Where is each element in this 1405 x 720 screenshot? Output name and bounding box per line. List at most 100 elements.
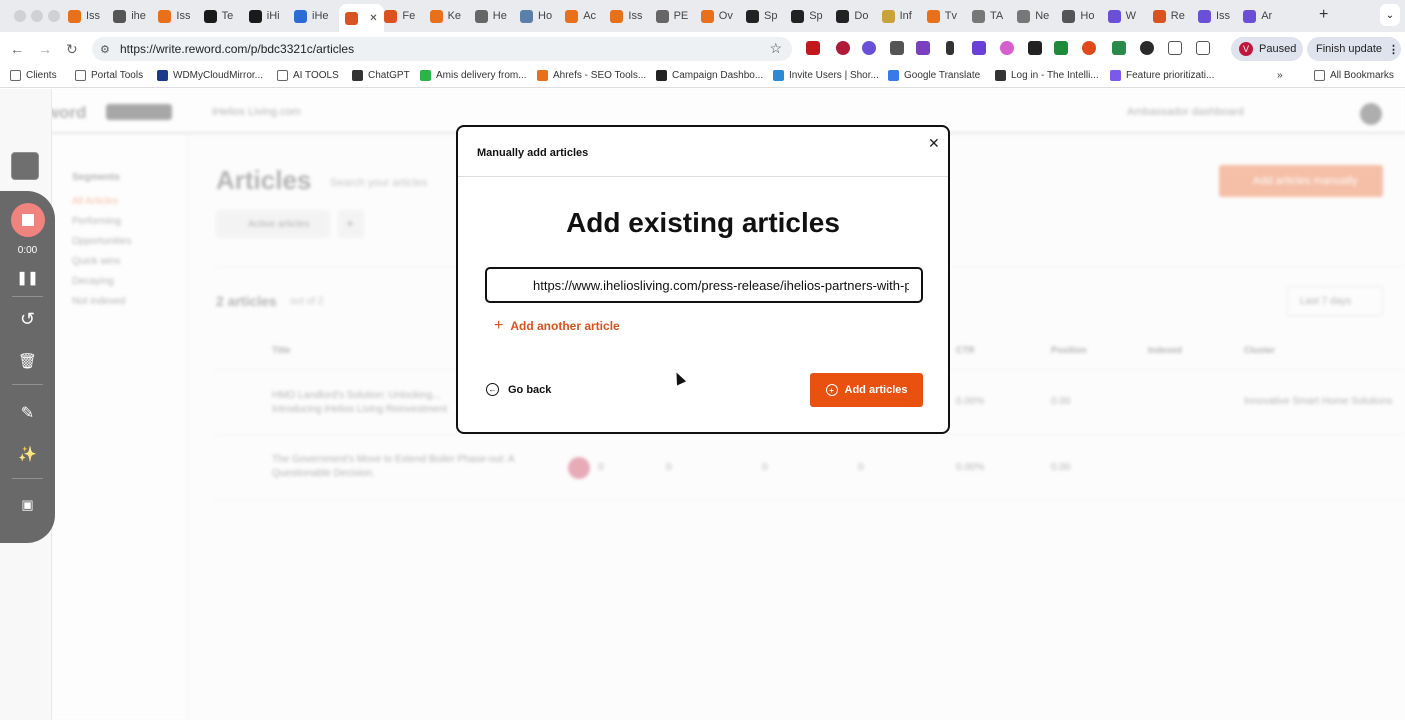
add-articles-label: Add articles: [844, 384, 908, 396]
tab-label: Iss: [86, 10, 101, 22]
window-minimize-dot[interactable]: [31, 10, 43, 22]
tab-favicon-icon: [248, 9, 262, 23]
window-close-dot[interactable]: [14, 10, 26, 22]
bookmark-item[interactable]: Amis delivery from...: [420, 70, 527, 81]
tab-label: Ho: [1080, 10, 1095, 22]
profile-button[interactable]: V Paused: [1231, 37, 1303, 61]
close-icon[interactable]: ✕: [928, 135, 940, 152]
add-articles-modal: Manually add articles ✕ Add existing art…: [456, 125, 950, 434]
bookmark-item[interactable]: ChatGPT: [352, 70, 410, 81]
browser-tab[interactable]: Ho: [1062, 4, 1094, 28]
reload-icon[interactable]: ↻: [66, 41, 78, 58]
browser-tab[interactable]: Iss: [1198, 4, 1230, 28]
all-bookmarks-button[interactable]: All Bookmarks: [1314, 70, 1394, 81]
extension-icon[interactable]: [836, 41, 850, 55]
extension-icon[interactable]: [1112, 41, 1126, 55]
browser-tab[interactable]: Sp: [746, 4, 777, 28]
tab-label: Sp: [809, 10, 823, 22]
feature-icon: [1110, 70, 1121, 81]
puzzle-icon[interactable]: [1196, 41, 1210, 55]
extension-icon[interactable]: [806, 41, 820, 55]
more-bookmarks-icon[interactable]: »: [1277, 70, 1283, 81]
extension-icon[interactable]: [1054, 41, 1068, 55]
bookmark-star-icon[interactable]: ☆: [769, 40, 782, 57]
browser-tab[interactable]: PE: [655, 4, 688, 28]
window-zoom-dot[interactable]: [48, 10, 60, 22]
bookmark-item[interactable]: Google Translate: [888, 70, 980, 81]
extension-icon[interactable]: [972, 41, 986, 55]
browser-tab[interactable]: Iss: [610, 4, 642, 28]
site-settings-icon[interactable]: ⚙: [100, 43, 110, 56]
new-tab-button[interactable]: +: [1319, 6, 1328, 24]
bookmark-label: Ahrefs - SEO Tools...: [553, 70, 647, 81]
tab-search-icon[interactable]: ⌄: [1380, 4, 1400, 26]
browser-tab[interactable]: Tv: [926, 4, 958, 28]
browser-tab[interactable]: Iss: [158, 4, 190, 28]
browser-tab[interactable]: Ov: [700, 4, 733, 28]
address-bar[interactable]: ⚙ https://write.reword.com/p/bdc3321c/ar…: [92, 37, 792, 61]
browser-tab[interactable]: iHe: [294, 4, 329, 28]
browser-tab[interactable]: He: [474, 4, 507, 28]
extension-icon[interactable]: [862, 41, 876, 55]
close-tab-icon[interactable]: ✕: [369, 13, 377, 24]
browser-tab[interactable]: Inf: [881, 4, 912, 28]
browser-tab[interactable]: Ne: [1017, 4, 1049, 28]
code-icon[interactable]: [1168, 41, 1182, 55]
go-back-button[interactable]: ← Go back: [486, 383, 551, 396]
bookmark-item[interactable]: Campaign Dashbo...: [656, 70, 763, 81]
tab-favicon-icon: [68, 9, 81, 23]
finish-update-button[interactable]: Finish update ⋮: [1307, 37, 1401, 61]
tab-favicon-icon: [836, 9, 850, 23]
bookmark-item[interactable]: AI TOOLS: [277, 70, 339, 81]
folder-icon: [1314, 70, 1325, 81]
browser-tab[interactable]: Do: [836, 4, 868, 28]
browser-tab[interactable]: Ac: [565, 4, 596, 28]
extension-icon[interactable]: [916, 41, 930, 55]
browser-tab[interactable]: Fe: [384, 4, 415, 28]
bookmark-label: Clients: [26, 70, 57, 81]
browser-tab[interactable]: Sp: [791, 4, 823, 28]
browser-tab[interactable]: TA: [972, 4, 1003, 28]
browser-tab[interactable]: iHi: [248, 4, 280, 28]
browser-tab[interactable]: W: [1107, 4, 1136, 28]
article-url-input[interactable]: [485, 267, 923, 303]
extension-icon[interactable]: [890, 41, 904, 55]
modal-title: Manually add articles: [477, 147, 589, 159]
bookmark-item[interactable]: Log in - The Intelli...: [995, 70, 1099, 81]
forward-arrow-icon[interactable]: →: [38, 41, 52, 57]
add-articles-button[interactable]: + Add articles: [810, 373, 923, 407]
extension-icon[interactable]: [1000, 41, 1014, 55]
all-bookmarks-label: All Bookmarks: [1330, 70, 1394, 81]
browser-tab[interactable]: Ke: [429, 4, 461, 28]
extension-icon[interactable]: [1082, 41, 1096, 55]
add-another-article-button[interactable]: + Add another article: [494, 317, 620, 335]
extension-icon[interactable]: [1140, 41, 1154, 55]
tab-label: Tv: [944, 10, 958, 22]
tab-favicon-icon: [474, 9, 488, 23]
browser-tab[interactable]: Te: [203, 4, 233, 28]
chatgpt-icon: [352, 70, 363, 81]
tab-favicon-icon: [655, 9, 669, 23]
bookmark-item[interactable]: Ahrefs - SEO Tools...: [537, 70, 646, 81]
bookmark-item[interactable]: Clients: [10, 70, 57, 81]
extension-icon[interactable]: [946, 41, 954, 55]
browser-tab[interactable]: Re: [1152, 4, 1185, 28]
tab-favicon-icon: [429, 9, 443, 23]
browser-tab[interactable]: ihe: [113, 4, 146, 28]
browser-tab[interactable]: Ar: [1243, 4, 1272, 28]
tab-favicon-icon: [972, 9, 985, 23]
browser-tab-active[interactable]: ✕: [339, 4, 384, 32]
bookmark-item[interactable]: WDMyCloudMirror...: [157, 70, 263, 81]
browser-tab[interactable]: Iss: [68, 4, 100, 28]
bookmark-item[interactable]: Portal Tools: [75, 70, 143, 81]
back-arrow-icon[interactable]: ←: [10, 41, 24, 57]
finish-update-label: Finish update: [1316, 43, 1383, 55]
tab-label: Iss: [176, 10, 191, 22]
folder-icon: [75, 70, 86, 81]
extension-icon[interactable]: [1028, 41, 1042, 55]
bookmark-item[interactable]: Feature prioritizati...: [1110, 70, 1214, 81]
browser-tab[interactable]: Ho: [520, 4, 552, 28]
bookmark-item[interactable]: Invite Users | Shor...: [773, 70, 879, 81]
bookmark-label: AI TOOLS: [293, 70, 339, 81]
t-icon: [995, 70, 1006, 81]
